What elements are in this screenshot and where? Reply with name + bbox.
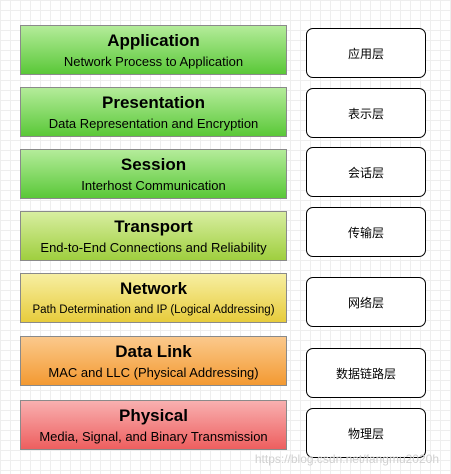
cn-label-network: 网络层 — [306, 277, 426, 327]
layer-description: Path Determination and IP (Logical Addre… — [32, 304, 275, 316]
layer-network: Network Path Determination and IP (Logic… — [20, 273, 287, 323]
layer-title: Presentation — [102, 93, 205, 112]
layer-presentation: Presentation Data Representation and Enc… — [20, 87, 287, 137]
layer-description: Interhost Communication — [81, 178, 226, 193]
layer-title: Transport — [114, 217, 193, 236]
layer-data-link: Data Link MAC and LLC (Physical Addressi… — [20, 336, 287, 386]
layer-physical: Physical Media, Signal, and Binary Trans… — [20, 400, 287, 450]
layer-title: Network — [119, 279, 188, 298]
cn-label-application: 应用层 — [306, 28, 426, 78]
cn-label-presentation: 表示层 — [306, 88, 426, 138]
layer-title: Application — [107, 31, 200, 50]
cn-label-transport: 传输层 — [306, 207, 426, 257]
layer-title: Session — [120, 155, 187, 174]
cn-label-data-link: 数据链路层 — [306, 348, 426, 398]
watermark-text: https://blog.csdn.net/fangmu2020h — [254, 452, 439, 466]
layer-description: Media, Signal, and Binary Transmission — [39, 429, 268, 444]
cn-label-session: 会话层 — [306, 147, 426, 197]
layer-title: Physical — [119, 406, 188, 425]
layer-description: Data Representation and Encryption — [48, 116, 259, 131]
layer-session: Session Interhost Communication — [20, 149, 287, 199]
layer-application: Application Network Process to Applicati… — [20, 25, 287, 75]
layer-description: End-to-End Connections and Reliability — [40, 240, 267, 255]
cn-label-physical: 物理层 — [306, 408, 426, 458]
layer-transport: Transport End-to-End Connections and Rel… — [20, 211, 287, 261]
layer-description: MAC and LLC (Physical Addressing) — [48, 365, 259, 380]
layer-title: Data Link — [115, 342, 192, 361]
layer-description: Network Process to Application — [63, 54, 244, 69]
